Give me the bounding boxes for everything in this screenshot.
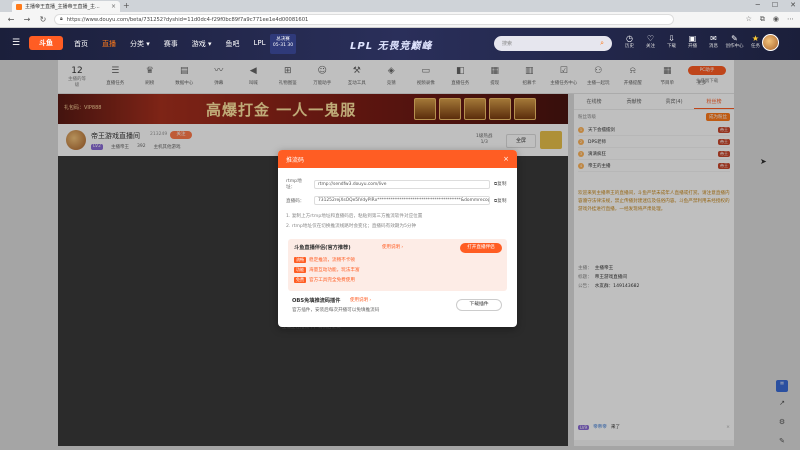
obs-plugin: OBS免填推流码插件 使用说明 › 官方插件，安装后每次开播可以免填推流码 下载… xyxy=(288,295,507,317)
forward-icon[interactable]: → xyxy=(22,15,32,24)
code-label: 直播码： xyxy=(286,198,305,204)
promo-help-link[interactable]: 使用说明 › xyxy=(382,244,403,250)
nav-events[interactable]: 赛事 xyxy=(164,39,178,49)
promo-line: 功能 海量互动功能，玩法丰富 xyxy=(294,267,360,273)
header-icons: ◷ 历史 ♡ 关注 ⇩ 下载 ▣ 开播 ✉ 消息 ✎ 创作中心 ★ 任务 xyxy=(620,34,765,50)
close-window-icon[interactable]: ✕ xyxy=(790,1,796,9)
creator-icon: ✎ xyxy=(731,34,738,43)
history-button[interactable]: ◷ 历史 xyxy=(620,34,639,50)
note-2: 2. rtmp地址仅在切换推流线路时会变化；直播码有效期为5分钟 xyxy=(286,224,417,229)
nav-home[interactable]: 首页 xyxy=(74,39,88,49)
search-icon[interactable]: ⌕ xyxy=(600,39,604,48)
star-icon[interactable]: ☆ xyxy=(746,15,752,24)
tab-close-icon[interactable]: × xyxy=(111,3,116,10)
note-1: 1. 复制上方rtmp地址和直播码后，粘贴到第三方推流软件对应位置 xyxy=(286,214,423,219)
rtmp-label: rtmp地址： xyxy=(286,179,302,190)
avatar[interactable] xyxy=(762,34,779,51)
lock-icon: 🔒︎ xyxy=(60,16,63,22)
nav-games[interactable]: 游戏 ▾ xyxy=(192,39,212,49)
rtmp-row: rtmp地址： rtmp://sendfw3.douyu.com/live ⧉复… xyxy=(286,178,506,190)
copy-rtmp-button[interactable]: ⧉复制 xyxy=(494,181,506,187)
url-field[interactable]: 🔒︎ https://www.douyu.com/beta/731252?dys… xyxy=(54,14,674,25)
menu-icon[interactable]: ☰ xyxy=(12,38,20,48)
code-row: 直播码： 731252rejXsOQe5IVdyPlRx************… xyxy=(286,196,506,205)
nav-yuba[interactable]: 鱼吧 xyxy=(226,39,240,49)
push-code-dialog: 推流码 × rtmp地址： rtmp://sendfw3.douyu.com/l… xyxy=(278,150,517,327)
rtmp-field[interactable]: rtmp://sendfw3.douyu.com/live xyxy=(314,179,490,189)
search-placeholder: 搜索 xyxy=(502,41,513,47)
site-header: ☰ 斗鱼 首页 直播 分类 ▾ 赛事 游戏 ▾ 鱼吧 LPL 总决赛 05-31… xyxy=(0,28,800,60)
more-icon[interactable]: ⋯ xyxy=(787,15,794,24)
promo-line: 流畅 稳定推流，流畅不卡顿 xyxy=(294,257,355,263)
back-icon[interactable]: ← xyxy=(6,15,16,24)
maximize-icon[interactable]: ☐ xyxy=(772,1,778,9)
copy-code-button[interactable]: ⧉复制 xyxy=(494,198,506,204)
download-button[interactable]: ⇩ 下载 xyxy=(662,34,681,50)
download-icon: ⇩ xyxy=(668,34,675,43)
message-icon: ✉ xyxy=(710,34,717,43)
window-controls: ─ ☐ ✕ xyxy=(756,1,796,9)
address-bar: ← → ↻ 🔒︎ https://www.douyu.com/beta/7312… xyxy=(0,12,800,28)
minimize-icon[interactable]: ─ xyxy=(756,1,760,9)
history-icon: ◷ xyxy=(626,34,633,43)
nav-category[interactable]: 分类 ▾ xyxy=(130,39,150,49)
douyu-logo[interactable]: 斗鱼 xyxy=(29,36,63,50)
obs-title: OBS免填推流码插件 xyxy=(292,298,341,304)
schedule-badge[interactable]: 总决赛 05-31 30 xyxy=(270,34,296,54)
browser-tab[interactable]: 主播帝王直播_主播帝王直播_主... × xyxy=(12,1,120,12)
douyu-favicon-icon xyxy=(16,3,22,10)
profile-icon[interactable]: ◉ xyxy=(773,15,779,24)
nav-lpl[interactable]: LPL xyxy=(254,39,266,49)
search-input[interactable]: 搜索 ⌕ xyxy=(494,36,612,51)
new-tab-icon[interactable]: + xyxy=(123,1,130,10)
schedule-time: 05-31 30 xyxy=(272,43,294,48)
promo-title: 斗鱼直播伴侣(官方推荐) xyxy=(294,245,351,251)
open-companion-button[interactable]: 打开直播伴侣 xyxy=(460,243,502,253)
browser-tab-title: 主播帝王直播_主播帝王直播_主... xyxy=(25,4,100,10)
download-plugin-button[interactable]: 下载插件 xyxy=(456,299,502,311)
broadcast-button[interactable]: ▣ 开播 xyxy=(683,34,702,50)
browser-tab-strip: 主播帝王直播_主播帝王直播_主... × + ─ ☐ ✕ xyxy=(0,0,800,12)
collections-icon[interactable]: ⧉ xyxy=(760,15,765,24)
follow-button[interactable]: ♡ 关注 xyxy=(641,34,660,50)
obs-help-link[interactable]: 使用说明 › xyxy=(350,297,371,303)
follow-icon: ♡ xyxy=(646,34,655,43)
obs-desc: 官方插件，安装后每次开播可以免填推流码 xyxy=(292,308,380,313)
reload-icon[interactable]: ↻ xyxy=(38,15,48,24)
message-button[interactable]: ✉ 消息 xyxy=(704,34,723,50)
creator-button[interactable]: ✎ 创作中心 xyxy=(725,34,744,50)
nav-live[interactable]: 直播 xyxy=(102,39,116,49)
lpl-banner[interactable]: LPL 无畏竞巅峰 xyxy=(350,37,433,52)
main-nav: 首页 直播 分类 ▾ 赛事 游戏 ▾ 鱼吧 LPL xyxy=(74,39,266,49)
companion-promo: 斗鱼直播伴侣(官方推荐) 使用说明 › 打开直播伴侣 流畅 稳定推流，流畅不卡顿 … xyxy=(288,239,507,291)
dialog-title: 推流码 xyxy=(286,156,305,164)
broadcast-icon: ▣ xyxy=(688,34,697,43)
promo-line: 免费 官方工具完全免费使用 xyxy=(294,277,355,283)
close-icon[interactable]: × xyxy=(503,155,509,163)
dialog-header: 推流码 × xyxy=(278,150,517,168)
code-field[interactable]: 731252rejXsOQe5IVdyPlRx*****************… xyxy=(314,196,490,205)
url-text: https://www.douyu.com/beta/731252?dyshid… xyxy=(66,16,309,23)
browser-toolbar-icons: ☆ ⧉ ◉ ⋯ xyxy=(746,15,794,24)
browser-window: { "browser": { "tab_title": "主播帝王直播_主播帝王… xyxy=(0,0,800,450)
mouse-cursor-icon: ➤ xyxy=(760,157,767,166)
